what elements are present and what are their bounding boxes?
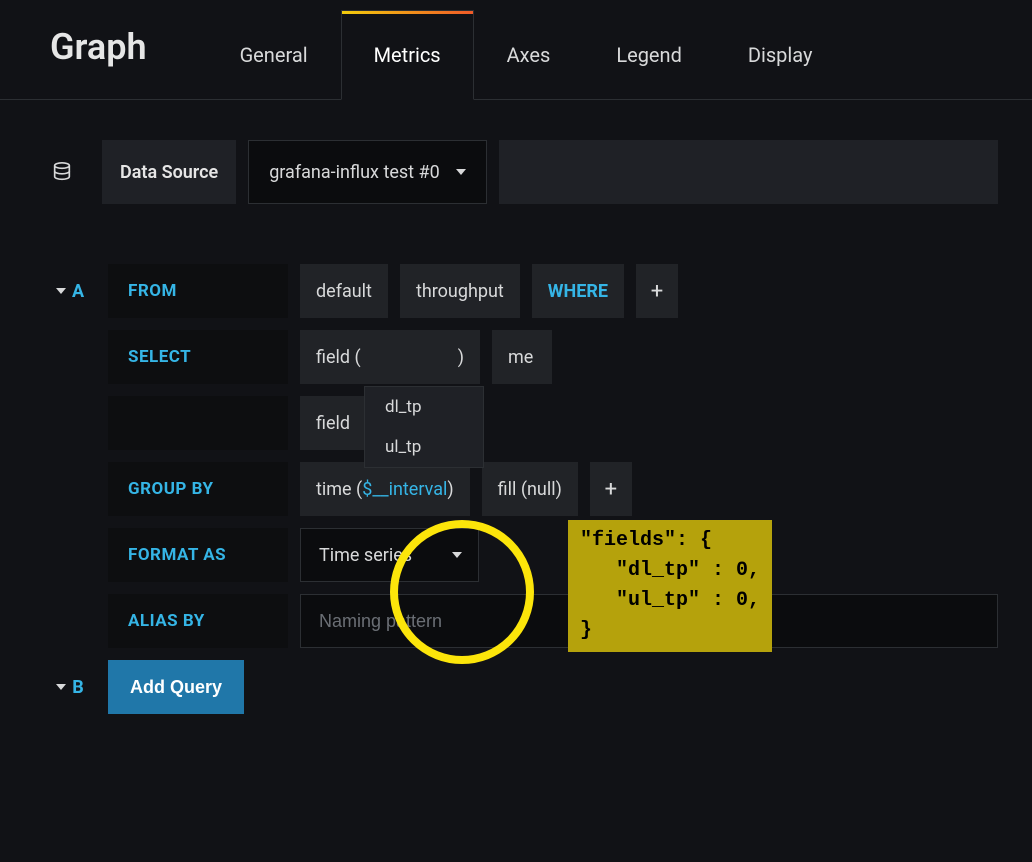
where-add-button[interactable]: +: [636, 264, 678, 318]
row-spacer: [44, 462, 96, 516]
panel-editor-header: Graph General Metrics Axes Legend Displa…: [0, 0, 1032, 100]
tab-legend[interactable]: Legend: [583, 10, 715, 100]
field-autocomplete-dropdown: dl_tp ul_tp: [364, 386, 484, 468]
tab-metrics[interactable]: Metrics: [341, 10, 474, 100]
field-option-ul_tp[interactable]: ul_tp: [365, 427, 483, 467]
row-spacer: [44, 396, 96, 450]
chevron-down-icon: [56, 684, 66, 690]
datasource-spacer: [499, 140, 998, 204]
datasource-row: Data Source grafana-influx test #0: [34, 140, 998, 204]
chevron-down-icon: [456, 169, 466, 175]
query-a-toggle[interactable]: A: [44, 264, 96, 318]
from-label: FROM: [108, 264, 288, 318]
chevron-down-icon: [452, 552, 462, 558]
from-measurement[interactable]: throughput: [400, 264, 520, 318]
select-field-1[interactable]: field ( ): [300, 330, 480, 384]
add-query-button[interactable]: Add Query: [108, 660, 244, 714]
panel-tabs: General Metrics Axes Legend Display: [207, 0, 846, 99]
datasource-selected: grafana-influx test #0: [269, 162, 440, 183]
chevron-down-icon: [56, 288, 66, 294]
datasource-label: Data Source: [102, 140, 236, 204]
format-value: Time series: [319, 545, 412, 566]
groupby-label: GROUP BY: [108, 462, 288, 516]
tab-display[interactable]: Display: [715, 10, 846, 100]
alias-label: ALIAS BY: [108, 594, 288, 648]
groupby-time[interactable]: time ($__interval): [300, 462, 470, 516]
select-aggregation-1[interactable]: me: [492, 330, 552, 384]
tab-axes[interactable]: Axes: [474, 10, 584, 100]
datasource-select[interactable]: grafana-influx test #0: [248, 140, 487, 204]
where-keyword[interactable]: WHERE: [532, 264, 624, 318]
groupby-fill[interactable]: fill (null): [482, 462, 578, 516]
from-policy[interactable]: default: [300, 264, 388, 318]
query-b-toggle[interactable]: B: [44, 660, 96, 714]
format-label: FORMAT AS: [108, 528, 288, 582]
select-label-empty: .: [108, 396, 288, 450]
fields-json-tooltip: "fields": { "dl_tp" : 0, "ul_tp" : 0, }: [568, 520, 772, 652]
query-b-id: B: [72, 677, 84, 698]
groupby-add-button[interactable]: +: [590, 462, 632, 516]
format-select[interactable]: Time series: [300, 528, 479, 582]
row-spacer: [44, 330, 96, 384]
row-spacer: [44, 528, 96, 582]
datasource-icon: [34, 140, 90, 204]
tab-general[interactable]: General: [207, 10, 341, 100]
query-a-id: A: [72, 281, 84, 302]
panel-type-title: Graph: [50, 0, 207, 99]
select-label: SELECT: [108, 330, 288, 384]
field-option-dl_tp[interactable]: dl_tp: [365, 387, 483, 427]
row-spacer: [44, 594, 96, 648]
